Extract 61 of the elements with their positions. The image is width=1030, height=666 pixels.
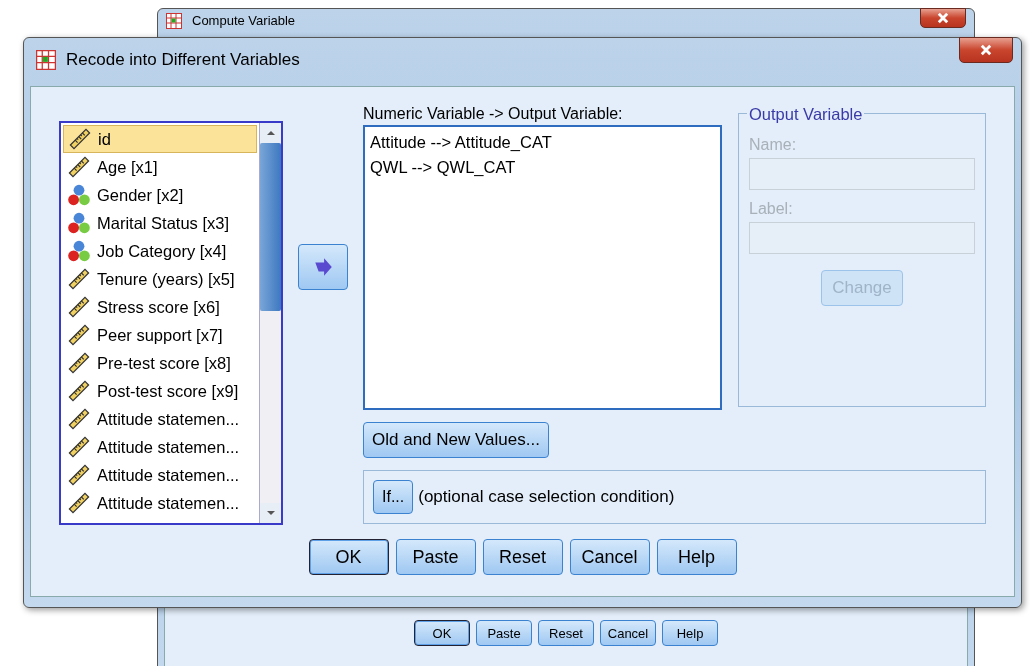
dialog-button[interactable]: Help	[656, 539, 737, 575]
mapping-list[interactable]: Attitude --> Attitude_CAT QWL --> QWL_CAT	[363, 125, 722, 410]
variable-item[interactable]: Attitude statemen...	[63, 489, 257, 517]
close-button[interactable]	[959, 37, 1013, 63]
variable-item[interactable]: Gender [x2]	[63, 181, 257, 209]
ruler-icon	[67, 351, 91, 375]
variable-item[interactable]: Tenure (years) [x5]	[63, 265, 257, 293]
condition-text: (optional case selection condition)	[418, 487, 675, 507]
grid-icon	[36, 50, 56, 70]
variable-item[interactable]: Pre-test score [x8]	[63, 349, 257, 377]
close-icon	[979, 43, 993, 57]
variable-item[interactable]: Marital Status [x3]	[63, 209, 257, 237]
variable-item[interactable]: Job Category [x4]	[63, 237, 257, 265]
window-title: Compute Variable	[192, 13, 297, 28]
circles-icon	[67, 239, 91, 263]
dialog-button[interactable]: Reset	[482, 539, 563, 575]
ruler-icon	[67, 155, 91, 179]
down-arrow-icon	[265, 510, 276, 516]
circles-icon	[67, 211, 91, 235]
scrollbar[interactable]	[259, 123, 281, 523]
list-label: Numeric Variable -> Output Variable:	[363, 105, 624, 123]
close-icon	[936, 11, 950, 25]
field-label: Name:	[749, 136, 798, 154]
variable-item[interactable]: Peer support [x7]	[63, 321, 257, 349]
if-button[interactable]: If...	[373, 480, 414, 514]
ruler-icon	[67, 463, 91, 487]
dialog-button[interactable]: Cancel	[600, 620, 656, 646]
dialog-button[interactable]: Cancel	[569, 539, 650, 575]
dialog-button[interactable]: Paste	[395, 539, 476, 575]
ruler-icon	[67, 267, 91, 291]
ruler-icon	[67, 379, 91, 403]
variable-item[interactable]: Attitude statemen...	[63, 433, 257, 461]
variable-list[interactable]	[59, 121, 283, 525]
group-title: Output Variable	[747, 105, 865, 124]
ruler-icon	[67, 435, 91, 459]
ruler-icon	[67, 295, 91, 319]
field-label: Label:	[749, 200, 794, 218]
old-and-new-values-button[interactable]: Old and New Values...	[363, 422, 549, 458]
dialog-button[interactable]: Paste	[476, 620, 532, 646]
dialog-button[interactable]: Help	[662, 620, 718, 646]
grid-icon	[166, 13, 182, 29]
ruler-icon	[67, 407, 91, 431]
ruler-icon	[68, 127, 92, 151]
variable-item[interactable]: Attitude statemen...	[63, 405, 257, 433]
ruler-icon	[67, 491, 91, 515]
variable-item[interactable]: Age [x1]	[63, 153, 257, 181]
move-button[interactable]	[298, 244, 348, 290]
dialog-button[interactable]: OK	[308, 539, 389, 575]
close-button[interactable]	[920, 8, 966, 28]
variable-item[interactable]: Post-test score [x9]	[63, 377, 257, 405]
circles-icon	[67, 183, 91, 207]
dialog-button[interactable]: Reset	[538, 620, 594, 646]
up-arrow-icon	[265, 130, 276, 136]
dialog-button[interactable]: OK	[414, 620, 470, 646]
mapping-item[interactable]: Attitude --> Attitude_CAT	[370, 133, 715, 152]
variable-item[interactable]: id	[63, 125, 257, 153]
window-title: Recode into Different Variables	[66, 50, 301, 70]
ruler-icon	[67, 323, 91, 347]
mapping-item[interactable]: QWL --> QWL_CAT	[370, 158, 715, 177]
variable-item[interactable]: Attitude statemen...	[63, 461, 257, 489]
variable-item[interactable]: Stress score [x6]	[63, 293, 257, 321]
